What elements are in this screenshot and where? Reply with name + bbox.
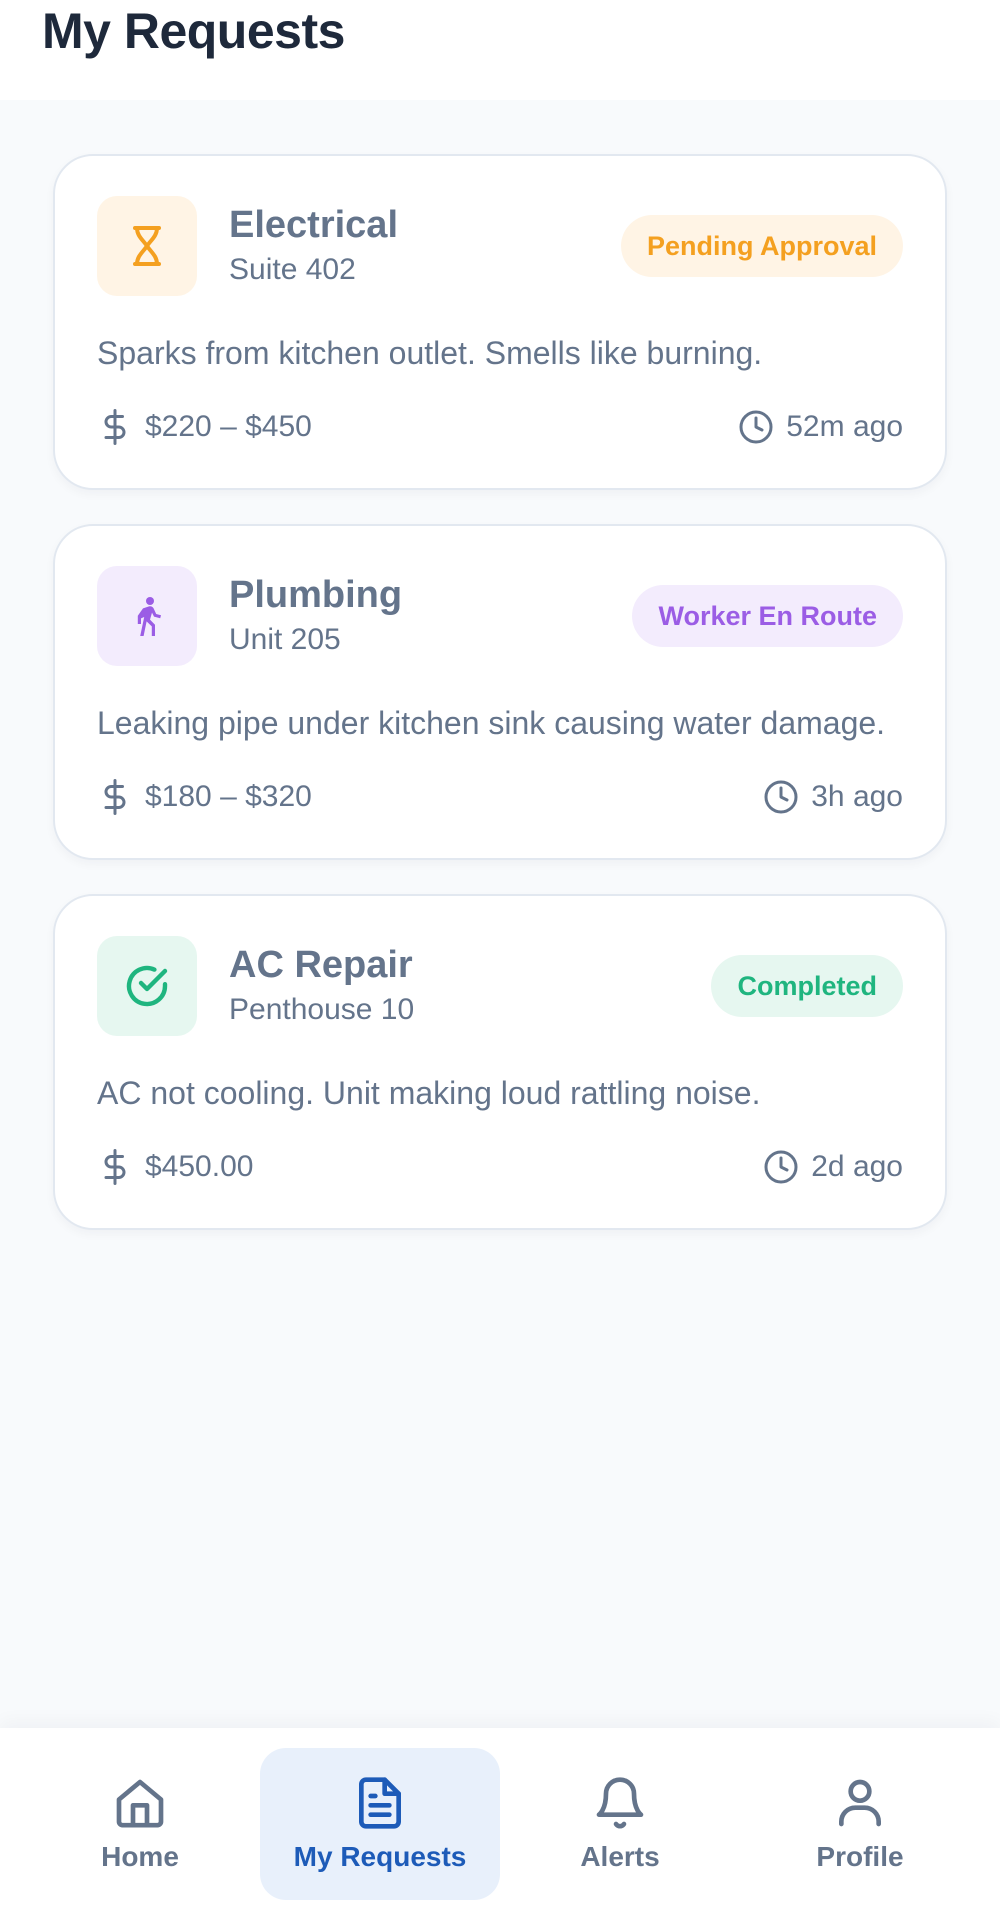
time-text: 2d ago: [811, 1150, 903, 1183]
request-description: AC not cooling. Unit making loud rattlin…: [97, 1075, 761, 1111]
price-range: $220 – $450: [97, 409, 312, 445]
request-title: Plumbing: [229, 574, 403, 616]
check-circle-icon: [97, 936, 197, 1036]
document-icon: [359, 1777, 401, 1829]
price-text: $220 – $450: [145, 410, 312, 443]
time-ago: 52m ago: [738, 409, 903, 445]
request-description: Sparks from kitchen outlet. Smells like …: [97, 335, 763, 371]
nav-label: Home: [101, 1841, 179, 1872]
bell-icon: [596, 1777, 644, 1829]
request-list: Electrical Suite 402 Pending Approval Sp…: [53, 154, 947, 1264]
clock-icon: [739, 410, 773, 444]
dollar-icon: [104, 779, 126, 815]
nav-label: Alerts: [580, 1841, 660, 1872]
nav-home[interactable]: Home: [20, 1748, 260, 1900]
clock-icon: [764, 780, 798, 814]
dollar-icon: [104, 1149, 126, 1185]
time-ago: 2d ago: [763, 1149, 903, 1185]
nav-label: Profile: [816, 1841, 904, 1872]
clock-icon: [764, 1150, 798, 1184]
bottom-navigation: Home My Requests Alerts Profile: [0, 1728, 1000, 1920]
nav-my-requests[interactable]: My Requests: [260, 1748, 500, 1900]
request-card-ac-repair[interactable]: AC Repair Penthouse 10 Completed AC not …: [53, 894, 947, 1230]
status-badge: Pending Approval: [620, 215, 903, 277]
price-range: $180 – $320: [97, 779, 312, 815]
time-text: 3h ago: [811, 780, 903, 813]
running-person-icon: [97, 566, 197, 666]
user-icon: [839, 1779, 881, 1827]
request-card-plumbing[interactable]: Plumbing Unit 205 Worker En Route Leakin…: [53, 524, 947, 860]
nav-alerts[interactable]: Alerts: [500, 1748, 740, 1900]
home-icon: [116, 1779, 164, 1828]
status-badge: Worker En Route: [632, 585, 903, 647]
nav-label: My Requests: [293, 1841, 467, 1872]
time-text: 52m ago: [786, 410, 903, 443]
price-amount: $450.00: [97, 1149, 253, 1185]
request-location: Penthouse 10: [229, 993, 415, 1026]
page-title: My Requests: [42, 3, 345, 59]
request-location: Suite 402: [229, 253, 356, 286]
header: My Requests: [0, 0, 1000, 100]
hourglass-icon: [97, 196, 197, 296]
nav-profile[interactable]: Profile: [740, 1748, 980, 1900]
status-badge: Completed: [711, 955, 903, 1017]
app-screen: My Requests Electrical Suite 402 Pending…: [0, 0, 1000, 1920]
request-title: Electrical: [229, 204, 398, 246]
time-ago: 3h ago: [763, 779, 903, 815]
request-location: Unit 205: [229, 623, 341, 656]
request-title: AC Repair: [229, 944, 413, 986]
dollar-icon: [104, 409, 126, 445]
request-card-electrical[interactable]: Electrical Suite 402 Pending Approval Sp…: [53, 154, 947, 490]
price-text: $180 – $320: [145, 780, 312, 813]
price-text: $450.00: [145, 1150, 254, 1183]
request-description: Leaking pipe under kitchen sink causing …: [97, 705, 886, 741]
